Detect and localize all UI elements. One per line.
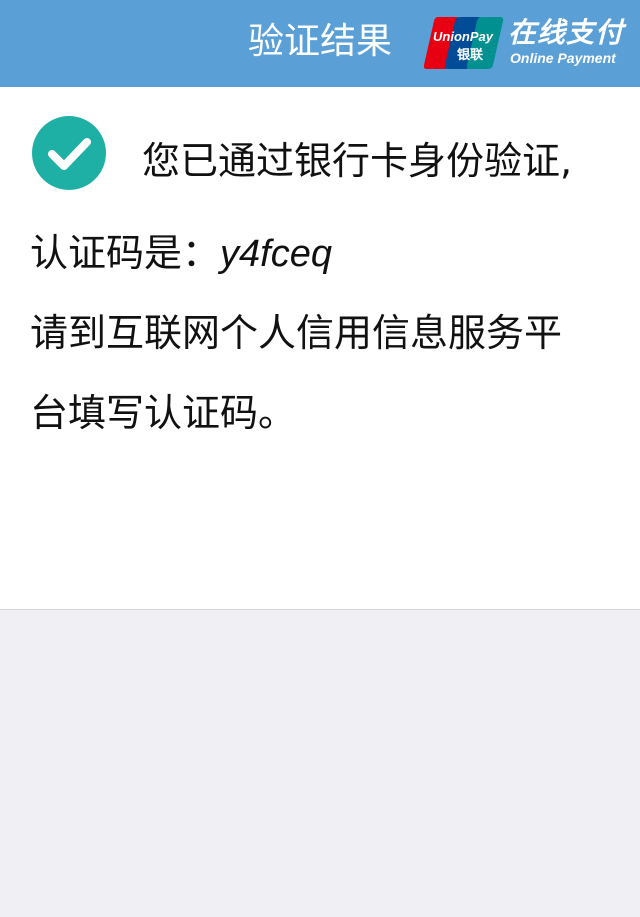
auth-code-row: 认证码是：y4fceq bbox=[30, 229, 332, 278]
auth-code-label: 认证码是： bbox=[30, 231, 221, 275]
header-bar: 验证结果 UnionPay 银联 在线支付 Online Payment bbox=[0, 0, 640, 87]
unionpay-logo: UnionPay 银联 bbox=[424, 17, 504, 69]
page-title: 验证结果 bbox=[248, 21, 393, 62]
tagline-en: Online Payment bbox=[510, 50, 616, 66]
instruction-line-2: 台填写认证码。 bbox=[30, 391, 297, 435]
verification-message: 您已通过银行卡身份验证, bbox=[142, 139, 573, 183]
unionpay-brand-en: UnionPay bbox=[433, 29, 494, 44]
instruction-line-1: 请到互联网个人信用信息服务平 bbox=[30, 311, 563, 355]
unionpay-brand-cn: 银联 bbox=[457, 47, 483, 63]
logo-tagline: 在线支付 Online Payment bbox=[508, 16, 624, 66]
tagline-cn: 在线支付 bbox=[508, 16, 625, 49]
auth-code-value: y4fceq bbox=[220, 233, 332, 275]
check-circle-icon bbox=[32, 116, 106, 190]
result-panel: 您已通过银行卡身份验证, 认证码是：y4fceq 请到互联网个人信用信息服务平 … bbox=[0, 87, 640, 610]
